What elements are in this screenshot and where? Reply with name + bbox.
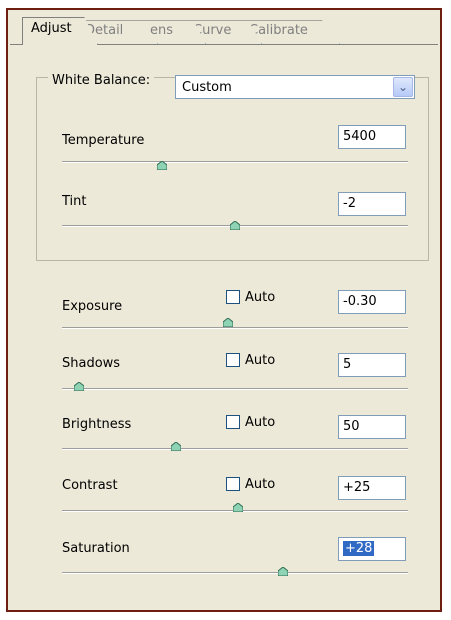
shadows-field[interactable]: 5	[338, 353, 406, 377]
saturation-value: +28	[343, 541, 375, 556]
contrast-auto-label: Auto	[245, 477, 276, 492]
contrast-value: +25	[343, 480, 371, 495]
tab-label: Adjust	[31, 21, 72, 36]
white-balance-select[interactable]: Custom ⌄	[175, 75, 415, 99]
brightness-slider-track[interactable]	[62, 448, 408, 450]
brightness-value: 50	[343, 419, 360, 434]
exposure-slider-thumb[interactable]	[223, 318, 234, 327]
white-balance-group	[36, 77, 429, 261]
temperature-label: Temperature	[62, 133, 145, 148]
contrast-slider-thumb[interactable]	[233, 503, 244, 512]
tint-slider-thumb[interactable]	[230, 221, 240, 230]
shadows-slider-track[interactable]	[62, 388, 408, 390]
brightness-label: Brightness	[62, 417, 132, 432]
exposure-auto-checkbox[interactable]	[226, 290, 240, 304]
shadows-slider-thumb[interactable]	[74, 382, 85, 391]
brightness-slider-thumb[interactable]	[171, 442, 182, 451]
chevron-down-icon[interactable]: ⌄	[393, 77, 413, 97]
contrast-auto-checkbox[interactable]	[226, 477, 240, 491]
contrast-field[interactable]: +25	[338, 476, 406, 500]
brightness-auto-label: Auto	[245, 415, 276, 430]
tab-strip: Calibrate Curve Lens Detail Adjust	[14, 14, 440, 45]
shadows-label: Shadows	[62, 356, 121, 371]
shadows-value: 5	[343, 357, 352, 372]
tint-value: -2	[343, 196, 356, 211]
white-balance-label: White Balance:	[48, 73, 155, 88]
tint-label: Tint	[62, 194, 87, 209]
brightness-field[interactable]: 50	[338, 415, 406, 439]
temperature-field[interactable]: 5400	[338, 125, 406, 149]
saturation-slider-thumb[interactable]	[278, 567, 289, 576]
temperature-slider-thumb[interactable]	[157, 161, 168, 170]
exposure-label: Exposure	[62, 299, 123, 314]
exposure-field[interactable]: -0.30	[338, 290, 406, 314]
exposure-slider-track[interactable]	[62, 327, 408, 329]
tint-field[interactable]: -2	[338, 192, 406, 216]
brightness-auto-checkbox[interactable]	[226, 415, 240, 429]
temperature-slider-track[interactable]	[62, 161, 408, 163]
saturation-label: Saturation	[62, 541, 130, 556]
tab-label: Calibrate	[249, 23, 308, 38]
shadows-auto-checkbox[interactable]	[226, 353, 240, 367]
shadows-auto-label: Auto	[245, 353, 276, 368]
saturation-slider-track[interactable]	[62, 572, 408, 574]
saturation-field[interactable]: +28	[338, 537, 406, 561]
temperature-value: 5400	[343, 129, 377, 144]
exposure-auto-label: Auto	[245, 290, 276, 305]
exposure-value: -0.30	[343, 294, 377, 309]
white-balance-value: Custom	[182, 80, 232, 95]
contrast-label: Contrast	[62, 478, 118, 493]
